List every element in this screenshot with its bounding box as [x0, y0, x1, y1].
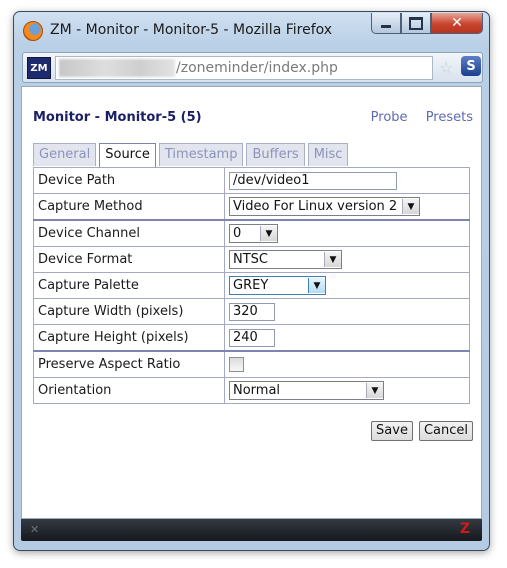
page-content: Monitor - Monitor-5 (5) Probe Presets Ge…: [21, 86, 482, 519]
minimize-button[interactable]: [371, 13, 401, 34]
address-bar: ZM /zoneminder/index.php ☆ S: [22, 52, 483, 83]
close-icon: ✕: [451, 15, 463, 31]
capture-height-label: Capture Height (pixels): [33, 324, 225, 352]
orientation-cell: Normal ▼: [224, 377, 470, 404]
table-row: Capture Palette GREY ▼: [33, 272, 470, 299]
presets-link[interactable]: Presets: [426, 110, 473, 125]
table-row: Device Format NTSC ▼: [33, 246, 470, 273]
chevron-down-icon: ▼: [324, 252, 341, 267]
device-format-select[interactable]: NTSC ▼: [229, 250, 342, 269]
capture-palette-select[interactable]: GREY ▼: [229, 276, 326, 295]
maximize-icon: [409, 16, 423, 30]
chevron-down-icon: ▼: [366, 383, 383, 398]
table-row: Capture Width (pixels) 320: [33, 298, 470, 325]
capture-width-label: Capture Width (pixels): [33, 298, 225, 325]
title-bar[interactable]: ZM - Monitor - Monitor-5 - Mozilla Firef…: [14, 12, 489, 48]
capture-width-input[interactable]: 320: [229, 302, 275, 321]
device-format-label: Device Format: [33, 246, 225, 273]
tab-general[interactable]: General: [33, 143, 97, 166]
save-button[interactable]: Save: [371, 421, 413, 441]
preserve-aspect-label: Preserve Aspect Ratio: [33, 350, 225, 378]
search-engine-icon[interactable]: S: [461, 56, 481, 76]
table-row: Orientation Normal ▼: [33, 377, 470, 404]
device-path-cell: /dev/video1: [224, 167, 470, 194]
x-icon[interactable]: ✕: [30, 523, 39, 536]
orientation-value: Normal: [233, 383, 281, 398]
site-identity-icon[interactable]: ZM: [27, 57, 51, 79]
tab-source[interactable]: Source: [99, 143, 156, 167]
tab-bar: General Source Timestamp Buffers Misc: [33, 143, 351, 167]
cancel-button[interactable]: Cancel: [418, 421, 473, 441]
source-settings-table: Device Path /dev/video1 Capture Method V…: [33, 167, 470, 404]
zoneminder-z-icon[interactable]: Z: [460, 521, 470, 537]
form-buttons: Save Cancel: [371, 421, 473, 441]
table-row: Device Path /dev/video1: [33, 167, 470, 194]
capture-width-cell: 320: [224, 298, 470, 325]
table-row: Device Channel 0 ▼: [33, 219, 470, 247]
chevron-down-icon: ▼: [308, 278, 325, 293]
minimize-icon: [381, 24, 391, 28]
capture-method-label: Capture Method: [33, 193, 225, 221]
redacted-host: [59, 59, 175, 77]
capture-method-select[interactable]: Video For Linux version 2 ▼: [229, 197, 420, 216]
url-text: /zoneminder/index.php: [176, 60, 338, 76]
capture-height-cell: 240: [224, 324, 470, 352]
chevron-down-icon: ▼: [260, 226, 277, 241]
firefox-logo-icon: [23, 21, 43, 41]
capture-palette-value: GREY: [233, 278, 269, 293]
tab-misc[interactable]: Misc: [307, 143, 349, 166]
tab-buffers[interactable]: Buffers: [246, 143, 305, 166]
close-button[interactable]: ✕: [431, 13, 483, 34]
device-channel-value: 0: [233, 226, 242, 241]
device-channel-label: Device Channel: [33, 219, 225, 247]
table-row: Preserve Aspect Ratio: [33, 350, 470, 378]
preserve-aspect-checkbox[interactable]: [229, 357, 244, 372]
table-row: Capture Method Video For Linux version 2…: [33, 193, 470, 221]
capture-method-value: Video For Linux version 2: [233, 199, 398, 214]
page-title: Monitor - Monitor-5 (5): [33, 110, 202, 125]
capture-method-cell: Video For Linux version 2 ▼: [224, 193, 470, 221]
device-channel-select[interactable]: 0 ▼: [229, 224, 278, 243]
capture-height-input[interactable]: 240: [229, 328, 275, 347]
orientation-label: Orientation: [33, 377, 225, 404]
maximize-button[interactable]: [401, 13, 431, 34]
window-controls: ✕: [371, 13, 483, 34]
bookmark-star-icon[interactable]: ☆: [439, 58, 453, 77]
device-format-value: NTSC: [233, 252, 268, 267]
chevron-down-icon: ▼: [402, 199, 419, 214]
url-input[interactable]: /zoneminder/index.php: [55, 56, 433, 80]
probe-link[interactable]: Probe: [371, 110, 408, 125]
capture-palette-label: Capture Palette: [33, 272, 225, 299]
device-path-input[interactable]: /dev/video1: [229, 171, 397, 190]
window-title: ZM - Monitor - Monitor-5 - Mozilla Firef…: [50, 22, 333, 38]
table-row: Capture Height (pixels) 240: [33, 324, 470, 352]
header-links: Probe Presets: [357, 110, 473, 125]
preserve-aspect-cell: [224, 350, 470, 378]
status-bar: ✕ Z: [21, 519, 482, 541]
device-channel-cell: 0 ▼: [224, 219, 470, 247]
capture-palette-cell: GREY ▼: [224, 272, 470, 299]
orientation-select[interactable]: Normal ▼: [229, 381, 384, 400]
tab-timestamp[interactable]: Timestamp: [158, 143, 244, 166]
device-path-label: Device Path: [33, 167, 225, 194]
device-format-cell: NTSC ▼: [224, 246, 470, 273]
firefox-window: ZM - Monitor - Monitor-5 - Mozilla Firef…: [13, 11, 490, 551]
